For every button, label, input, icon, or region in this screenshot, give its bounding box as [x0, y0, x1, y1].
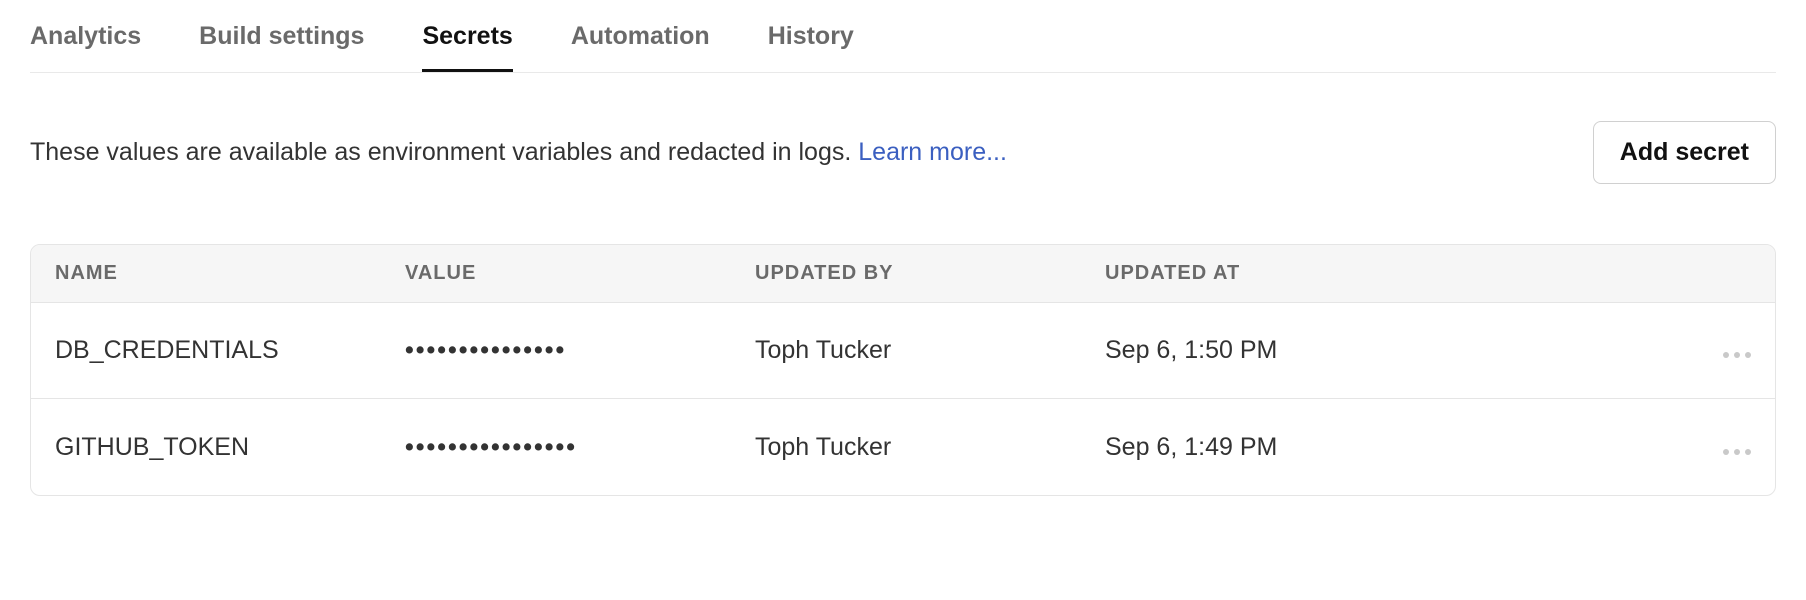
tab-navigation: Analytics Build settings Secrets Automat… [30, 0, 1776, 73]
secret-updated-by: Toph Tucker [755, 433, 1105, 462]
description-text: These values are available as environmen… [30, 138, 1007, 167]
table-row: GITHUB_TOKEN •••••••••••••••• Toph Tucke… [31, 399, 1775, 495]
column-header-name: NAME [55, 262, 405, 285]
column-header-updated-at: UPDATED AT [1105, 262, 1671, 285]
table-row: DB_CREDENTIALS ••••••••••••••• Toph Tuck… [31, 303, 1775, 399]
secret-updated-at: Sep 6, 1:50 PM [1105, 336, 1671, 365]
secret-updated-at: Sep 6, 1:49 PM [1105, 433, 1671, 462]
row-actions-button[interactable] [1671, 433, 1751, 462]
column-header-value: VALUE [405, 262, 755, 285]
tab-secrets[interactable]: Secrets [422, 22, 512, 72]
ellipsis-icon [1723, 449, 1751, 455]
tab-analytics[interactable]: Analytics [30, 22, 141, 72]
description-row: These values are available as environmen… [30, 121, 1776, 184]
tab-build-settings[interactable]: Build settings [199, 22, 364, 72]
description-label: These values are available as environmen… [30, 138, 858, 166]
learn-more-link[interactable]: Learn more... [858, 138, 1007, 166]
column-header-updated-by: UPDATED BY [755, 262, 1105, 285]
secret-value-masked: ••••••••••••••• [405, 336, 755, 365]
row-actions-button[interactable] [1671, 336, 1751, 365]
secrets-table: NAME VALUE UPDATED BY UPDATED AT DB_CRED… [30, 244, 1776, 496]
table-header-row: NAME VALUE UPDATED BY UPDATED AT [31, 245, 1775, 303]
tab-history[interactable]: History [768, 22, 854, 72]
secret-name: GITHUB_TOKEN [55, 433, 405, 462]
ellipsis-icon [1723, 352, 1751, 358]
tab-automation[interactable]: Automation [571, 22, 710, 72]
add-secret-button[interactable]: Add secret [1593, 121, 1776, 184]
secret-value-masked: •••••••••••••••• [405, 433, 755, 462]
secret-name: DB_CREDENTIALS [55, 336, 405, 365]
secret-updated-by: Toph Tucker [755, 336, 1105, 365]
